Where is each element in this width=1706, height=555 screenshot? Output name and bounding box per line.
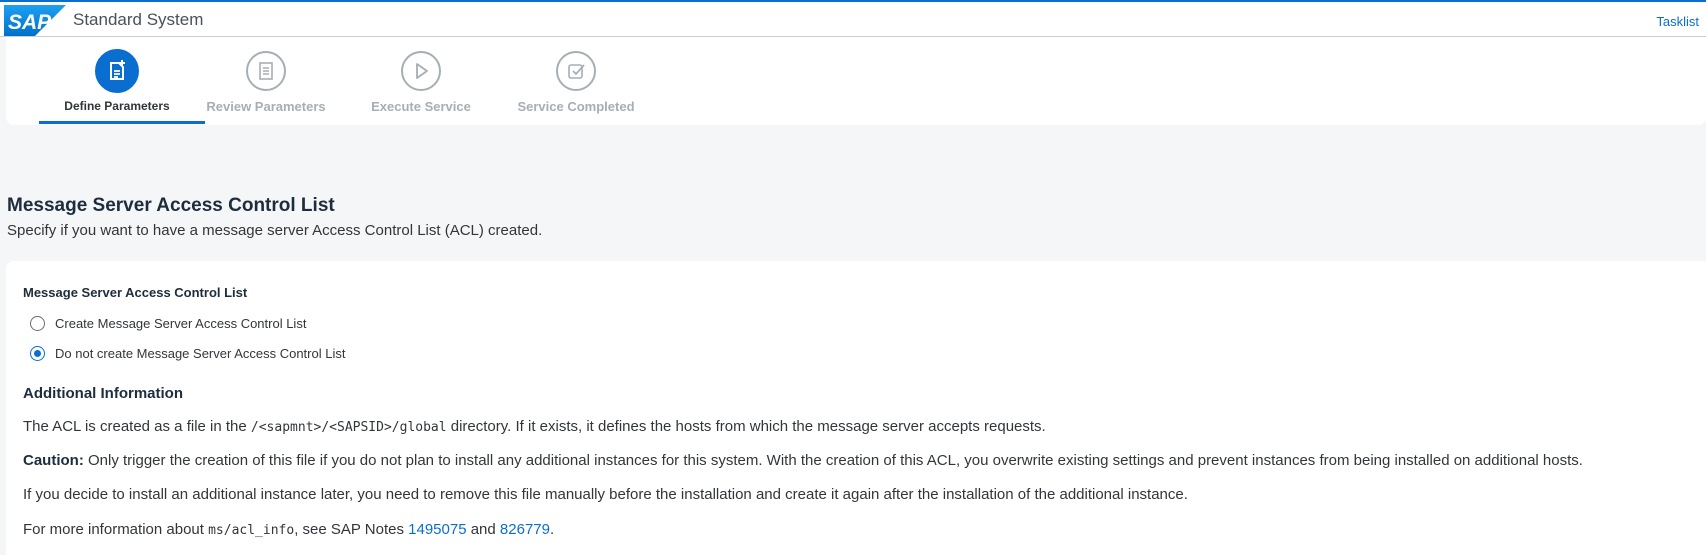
text: and <box>466 521 500 538</box>
page-title: Message Server Access Control List <box>7 195 335 216</box>
radio-create-acl[interactable]: Create Message Server Access Control Lis… <box>30 316 306 331</box>
parameter-name: ms/acl_info <box>208 523 295 538</box>
radio-do-not-create-acl[interactable]: Do not create Message Server Access Cont… <box>30 346 345 361</box>
info-paragraph-caution: Caution: Only trigger the creation of th… <box>23 452 1583 469</box>
caution-label: Caution: <box>23 452 84 469</box>
radio-button-selected[interactable] <box>30 346 45 361</box>
svg-text:SAP: SAP <box>8 11 52 34</box>
sap-note-link-1495075[interactable]: 1495075 <box>408 521 466 538</box>
checkbox-done-icon <box>556 51 596 91</box>
shell-bar: SAP Standard System Tasklist <box>0 2 1706 37</box>
radio-label: Create Message Server Access Control Lis… <box>55 316 307 331</box>
text: directory. If it exists, it defines the … <box>446 418 1046 435</box>
radio-group-label: Message Server Access Control List <box>23 285 248 300</box>
step-label: Execute Service <box>371 99 471 114</box>
tasklist-link[interactable]: Tasklist <box>1656 14 1699 29</box>
step-label: Service Completed <box>517 99 635 114</box>
step-review-parameters[interactable]: Review Parameters <box>182 51 350 114</box>
active-step-indicator <box>39 121 205 124</box>
additional-info-heading: Additional Information <box>23 385 183 402</box>
sap-note-link-826779[interactable]: 826779 <box>500 521 550 538</box>
radio-button[interactable] <box>30 316 45 331</box>
step-service-completed[interactable]: Service Completed <box>492 51 660 114</box>
info-paragraph-additional-instance: If you decide to install an additional i… <box>23 486 1188 503</box>
step-execute-service[interactable]: Execute Service <box>337 51 505 114</box>
text: . <box>549 521 555 538</box>
play-icon <box>401 51 441 91</box>
edit-document-icon <box>95 49 139 93</box>
radio-label: Do not create Message Server Access Cont… <box>55 346 346 361</box>
directory-path: /<sapmnt>/<SAPSID>/global <box>250 420 447 435</box>
info-paragraph-sap-notes: For more information about ms/acl_info, … <box>23 521 554 538</box>
checklist-icon <box>246 51 286 91</box>
wizard-progress-bar: Define Parameters Review Parameters Exec… <box>6 37 1706 125</box>
step-label: Review Parameters <box>206 99 326 114</box>
page-subtitle: Specify if you want to have a message se… <box>7 222 543 239</box>
shell-title: Standard System <box>73 10 204 29</box>
form-panel: Message Server Access Control List Creat… <box>6 261 1706 555</box>
text: For more information about <box>23 521 209 538</box>
step-define-parameters[interactable]: Define Parameters <box>33 49 201 113</box>
text: Only trigger the creation of this file i… <box>83 452 1583 469</box>
info-paragraph-acl-location: The ACL is created as a file in the /<sa… <box>23 418 1046 435</box>
text: , see SAP Notes <box>294 521 409 538</box>
sap-logo: SAP <box>4 5 66 36</box>
step-label: Define Parameters <box>64 99 170 113</box>
text: The ACL is created as a file in the <box>23 418 251 435</box>
